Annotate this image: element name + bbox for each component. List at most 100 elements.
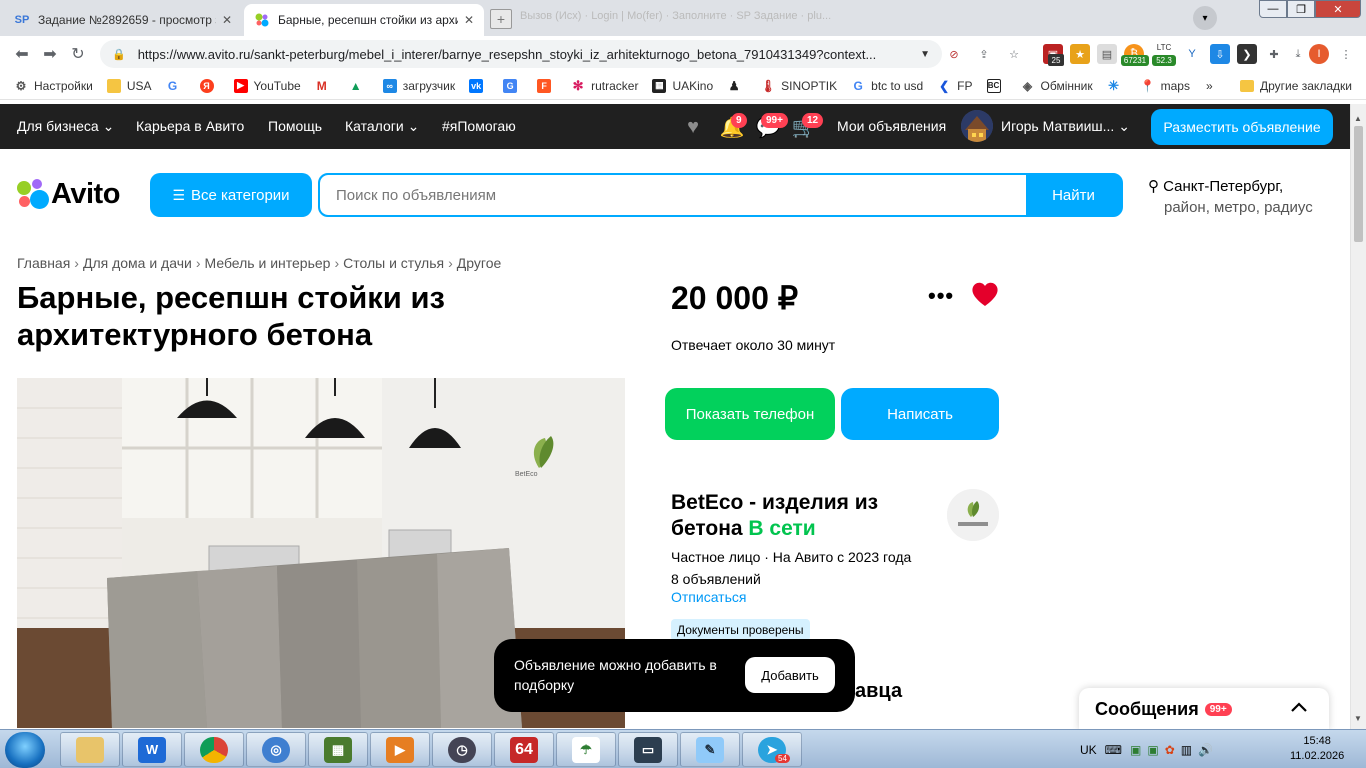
background-tabs[interactable]: Вызов (Исх) · Login | Mo(fer) · Заполнит… (520, 10, 831, 22)
avatar[interactable] (961, 110, 993, 142)
bookmark-yandex[interactable]: Я (199, 78, 220, 93)
write-message-button[interactable]: Написать (841, 388, 999, 440)
favorites-heart-icon[interactable]: ♥ (681, 116, 705, 138)
bookmark-sinoptik[interactable]: 🌡 SINOPTIK (761, 78, 837, 93)
unsubscribe-link[interactable]: Отписаться (671, 589, 746, 605)
profile-avatar[interactable]: I (1309, 44, 1329, 64)
extension-download-icon[interactable]: ⇩ (1210, 44, 1230, 64)
forward-icon[interactable]: ➡ (36, 40, 64, 68)
toast-add-button[interactable]: Добавить (745, 657, 835, 693)
dropdown-icon[interactable]: ▼ (920, 49, 930, 60)
location-selector[interactable]: ⚲ Санкт-Петербург, район, метро, радиус (1148, 176, 1313, 218)
show-phone-button[interactable]: Показать телефон (665, 388, 835, 440)
more-options-icon[interactable]: ••• (928, 283, 954, 309)
bookmark-btc[interactable]: Gbtc to usd (851, 78, 923, 93)
scrollbar-thumb[interactable] (1354, 126, 1363, 242)
minimize-icon[interactable]: — (1259, 0, 1287, 18)
extension-briefcase-icon[interactable]: ▤ (1097, 44, 1117, 64)
tab-task[interactable]: SP Задание №2892659 - просмотр за ✕ (4, 4, 242, 36)
breadcrumb-item[interactable]: Столы и стулья (343, 255, 444, 271)
search-input[interactable] (320, 175, 1026, 215)
taskbar-app-64[interactable]: 64 (494, 732, 554, 767)
taskbar-media[interactable]: ▶ (370, 732, 430, 767)
breadcrumb-item[interactable]: Мебель и интерьер (205, 255, 331, 271)
bookmark-google[interactable]: G (165, 78, 186, 93)
vertical-scrollbar[interactable]: ▲ ▼ (1350, 104, 1366, 729)
seller-ads-count[interactable]: 8 объявлений (671, 568, 911, 590)
user-menu[interactable]: Игорь Матвииш... ⌄ (1001, 118, 1130, 135)
chevron-up-icon[interactable] (1289, 698, 1309, 718)
taskbar-chrome[interactable] (184, 732, 244, 767)
keyboard-icon[interactable]: ⌨ (1105, 743, 1122, 757)
seller-name[interactable]: BetEco - изделия из бетона В сети (671, 490, 941, 542)
post-ad-button[interactable]: Разместить объявление (1151, 109, 1333, 145)
bookmark-youtube[interactable]: ▶ YouTube (233, 78, 301, 93)
extension-y-icon[interactable]: Y (1182, 44, 1202, 64)
search-button[interactable]: Найти (1026, 175, 1121, 215)
taskbar-umbrella[interactable]: ☂ (556, 732, 616, 767)
lock-icon[interactable]: 🔒 (112, 48, 126, 61)
messages-panel[interactable]: Сообщения 99+ (1079, 688, 1329, 730)
url-text[interactable]: https://www.avito.ru/sankt-peterburg/meb… (138, 47, 914, 62)
avito-logo[interactable]: Avito (17, 178, 120, 211)
catalogs-menu[interactable]: Каталоги ⌄ (345, 118, 419, 135)
bookmark-uakino[interactable]: ▦ UAKino (652, 78, 713, 93)
bookmark-usa[interactable]: USA (106, 78, 152, 93)
bookmark-vk[interactable]: vk (469, 78, 489, 93)
window-close-icon[interactable]: ✕ (1315, 0, 1361, 18)
bookmark-dark[interactable]: ♟ (727, 78, 747, 93)
tray-app-icon[interactable]: ✿ (1165, 743, 1175, 757)
new-tab-button[interactable]: + (490, 9, 512, 29)
bookmark-gmail[interactable]: M (314, 78, 335, 93)
help-tag-link[interactable]: #яПомогаю (442, 118, 516, 134)
my-ads-link[interactable]: Мои объявления (837, 118, 946, 134)
bookmark-downloader[interactable]: ∞ загрузчик (382, 78, 455, 93)
bookmark-star[interactable]: ✳ (1106, 78, 1127, 93)
taskbar-monitor[interactable]: ▭ (618, 732, 678, 767)
breadcrumb-item[interactable]: Главная (17, 255, 70, 271)
taskbar-explorer[interactable] (60, 732, 120, 767)
address-bar[interactable]: 🔒 https://www.avito.ru/sankt-peterburg/m… (100, 40, 942, 68)
menu-kebab-icon[interactable]: ⋮ (1336, 44, 1356, 64)
taskbar-shield[interactable]: W (122, 732, 182, 767)
career-link[interactable]: Карьера в Авито (136, 118, 244, 134)
breadcrumb-item[interactable]: Другое (457, 255, 501, 271)
tab-search-icon[interactable]: ▾ (1193, 6, 1217, 30)
taskbar-app-green[interactable]: ▦ (308, 732, 368, 767)
start-button[interactable] (5, 732, 45, 768)
volume-icon[interactable]: 🔊 (1198, 743, 1213, 757)
extension-arrow-icon[interactable]: ❯ (1237, 44, 1257, 64)
all-categories-button[interactable]: ☰ Все категории (150, 173, 312, 217)
downloads-icon[interactable]: ⤓ (1288, 44, 1308, 64)
taskbar-clock-app[interactable]: ◷ (432, 732, 492, 767)
bookmark-exchange[interactable]: ◈ Обмінник (1020, 78, 1093, 93)
favorite-heart-icon[interactable] (970, 280, 1000, 308)
bookmark-star-icon[interactable]: ☆ (1004, 44, 1024, 64)
bookmark-drive[interactable]: ▲ (348, 78, 369, 93)
close-icon[interactable]: ✕ (464, 13, 474, 27)
tray-app-icon[interactable]: ▣ (1130, 743, 1141, 757)
share-icon[interactable]: ⇪ (974, 44, 994, 64)
language-indicator[interactable]: UK (1080, 743, 1097, 757)
close-icon[interactable]: ✕ (222, 13, 232, 27)
scroll-down-icon[interactable]: ▼ (1354, 714, 1362, 723)
extension-badge-icon[interactable]: ★ (1070, 44, 1090, 64)
reload-icon[interactable]: ↻ (64, 40, 92, 68)
tray-app-icon[interactable]: ▣ (1147, 743, 1158, 757)
extensions-puzzle-icon[interactable]: ✚ (1264, 44, 1284, 64)
maximize-icon[interactable]: ❐ (1287, 0, 1315, 18)
network-icon[interactable]: ▥ (1181, 743, 1192, 757)
breadcrumb-item[interactable]: Для дома и дачи (83, 255, 192, 271)
bookmark-f[interactable]: F (537, 78, 557, 93)
taskbar-telegram[interactable]: ➤ 54 (742, 732, 802, 767)
taskbar-notepad[interactable]: ✎ (680, 732, 740, 767)
tab-avito[interactable]: Барные, ресепшн стойки из архит ✕ (244, 4, 484, 36)
bookmark-settings[interactable]: ⚙ Настройки (14, 79, 93, 93)
clock[interactable]: 15:48 11.02.2026 (1290, 734, 1344, 764)
bookmarks-overflow[interactable]: » (1206, 79, 1213, 93)
bookmark-fp[interactable]: ❮ FP (937, 78, 973, 93)
blocked-icon[interactable]: ⊘ (944, 44, 964, 64)
bookmark-bc[interactable]: BC (986, 78, 1007, 93)
bookmark-rutracker[interactable]: ✻ rutracker (571, 78, 638, 93)
scroll-up-icon[interactable]: ▲ (1354, 114, 1362, 123)
